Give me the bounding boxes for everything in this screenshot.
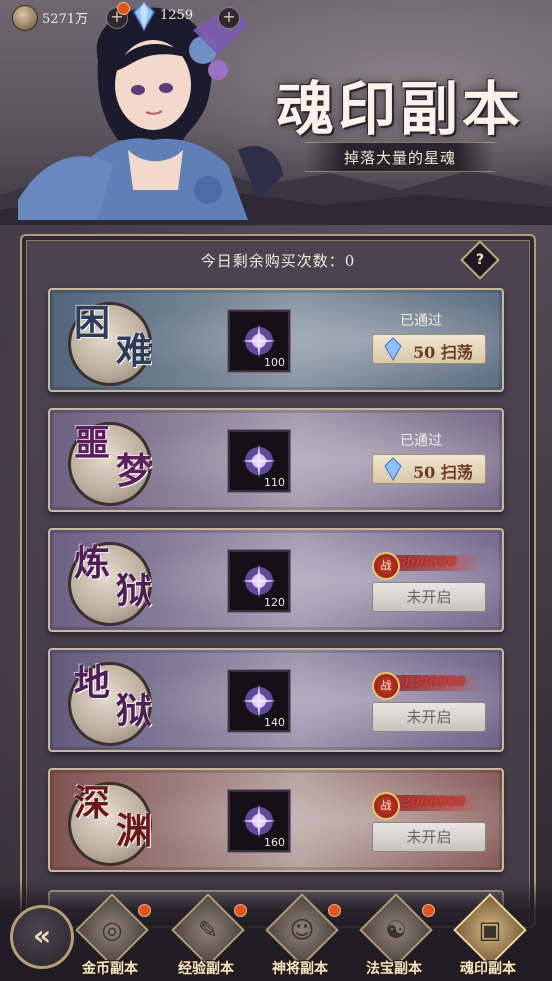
tab-label: 经验副本 — [178, 961, 234, 977]
help-button[interactable]: ? — [460, 240, 500, 280]
scroll-icon: ✎ — [197, 916, 219, 944]
stage-row-diyu[interactable]: 地 狱 140 战 1240000 未开启 — [48, 648, 504, 752]
stage-name: 地 狱 — [74, 662, 152, 732]
tab-label: 金币副本 — [82, 961, 138, 977]
reward-quantity: 140 — [264, 716, 285, 729]
tab-label: 魂印副本 — [460, 961, 516, 977]
gem-amount: 1259 — [160, 8, 194, 23]
help-icon: ? — [475, 252, 485, 268]
battle-seal-icon: 战 — [372, 672, 400, 700]
page-title: 魂印副本 — [276, 75, 525, 143]
subtitle-banner: 掉落大量的星魂 — [305, 142, 495, 172]
stage-row-kunnan[interactable]: 困 难 100 已通过 50 扫荡 — [48, 288, 504, 392]
star-soul-reward[interactable]: 140 — [228, 670, 290, 732]
locked-button[interactable]: 未开启 — [372, 582, 486, 612]
required-power: 战 1240000 — [372, 672, 490, 700]
sweep-button[interactable]: 50 扫荡 — [372, 334, 486, 364]
cleared-status: 已通过 — [400, 313, 442, 329]
soul-card-icon: ▣ — [478, 916, 502, 944]
battle-seal-icon: 战 — [372, 552, 400, 580]
tab-label: 法宝副本 — [366, 961, 422, 977]
power-value: 1240000 — [402, 675, 466, 690]
reward-quantity: 100 — [264, 356, 285, 369]
tab-treasure-dungeon[interactable]: ☯ 法宝副本 — [348, 893, 440, 980]
battle-seal-icon: 战 — [372, 792, 400, 820]
star-soul-reward[interactable]: 110 — [228, 430, 290, 492]
stage-name: 炼 狱 — [74, 542, 152, 612]
page-subtitle: 掉落大量的星魂 — [343, 148, 456, 167]
stage-name: 深 渊 — [74, 782, 152, 852]
dungeon-panel: 今日剩余购买次数：0 ? 困 难 100 已通过 50 扫荡 噩 梦 110 已… — [20, 234, 536, 928]
currency-bar: 5271万 + 1259 + — [0, 0, 552, 34]
notification-dot — [328, 904, 341, 917]
star-gem-icon — [384, 457, 402, 481]
coins-icon: ◎ — [101, 916, 123, 944]
power-value: 2000000 — [402, 795, 466, 810]
tab-gold-dungeon[interactable]: ◎ 金币副本 — [64, 893, 156, 980]
locked-button[interactable]: 未开启 — [372, 822, 486, 852]
power-value: 800000 — [402, 555, 457, 570]
cleared-status: 已通过 — [400, 433, 442, 449]
required-power: 战 800000 — [372, 552, 490, 580]
reward-quantity: 160 — [264, 836, 285, 849]
star-soul-reward[interactable]: 160 — [228, 790, 290, 852]
stage-row-shenyuan[interactable]: 深 渊 160 战 2000000 未开启 — [48, 768, 504, 872]
tab-general-dungeon[interactable]: ☺ 神将副本 — [254, 893, 346, 980]
reward-quantity: 110 — [264, 476, 285, 489]
sweep-button[interactable]: 50 扫荡 — [372, 454, 486, 484]
star-gem-icon — [384, 337, 402, 361]
gold-amount: 5271万 — [42, 12, 89, 27]
star-soul-reward[interactable]: 120 — [228, 550, 290, 612]
stage-name: 困 难 — [74, 302, 152, 372]
stage-name: 噩 梦 — [74, 422, 152, 492]
stage-row-lianyu[interactable]: 炼 狱 120 战 800000 未开启 — [48, 528, 504, 632]
tab-label: 神将副本 — [272, 961, 328, 977]
gold-coin-icon — [12, 5, 38, 31]
notification-dot — [234, 904, 247, 917]
add-gem-button[interactable]: + — [218, 7, 240, 29]
notification-dot — [422, 904, 435, 917]
tab-soul-dungeon[interactable]: ▣ 魂印副本 — [442, 893, 534, 980]
stage-row-emeng[interactable]: 噩 梦 110 已通过 50 扫荡 — [48, 408, 504, 512]
remaining-purchases: 今日剩余购买次数：0 — [200, 252, 356, 270]
notification-dot — [138, 904, 151, 917]
locked-button[interactable]: 未开启 — [372, 702, 486, 732]
yin-yang-icon: ☯ — [385, 916, 407, 944]
required-power: 战 2000000 — [372, 792, 490, 820]
reward-quantity: 120 — [264, 596, 285, 609]
general-icon: ☺ — [289, 916, 315, 944]
star-gem-icon — [133, 0, 155, 32]
tab-exp-dungeon[interactable]: ✎ 经验副本 — [160, 893, 252, 980]
star-soul-reward[interactable]: 100 — [228, 310, 290, 372]
